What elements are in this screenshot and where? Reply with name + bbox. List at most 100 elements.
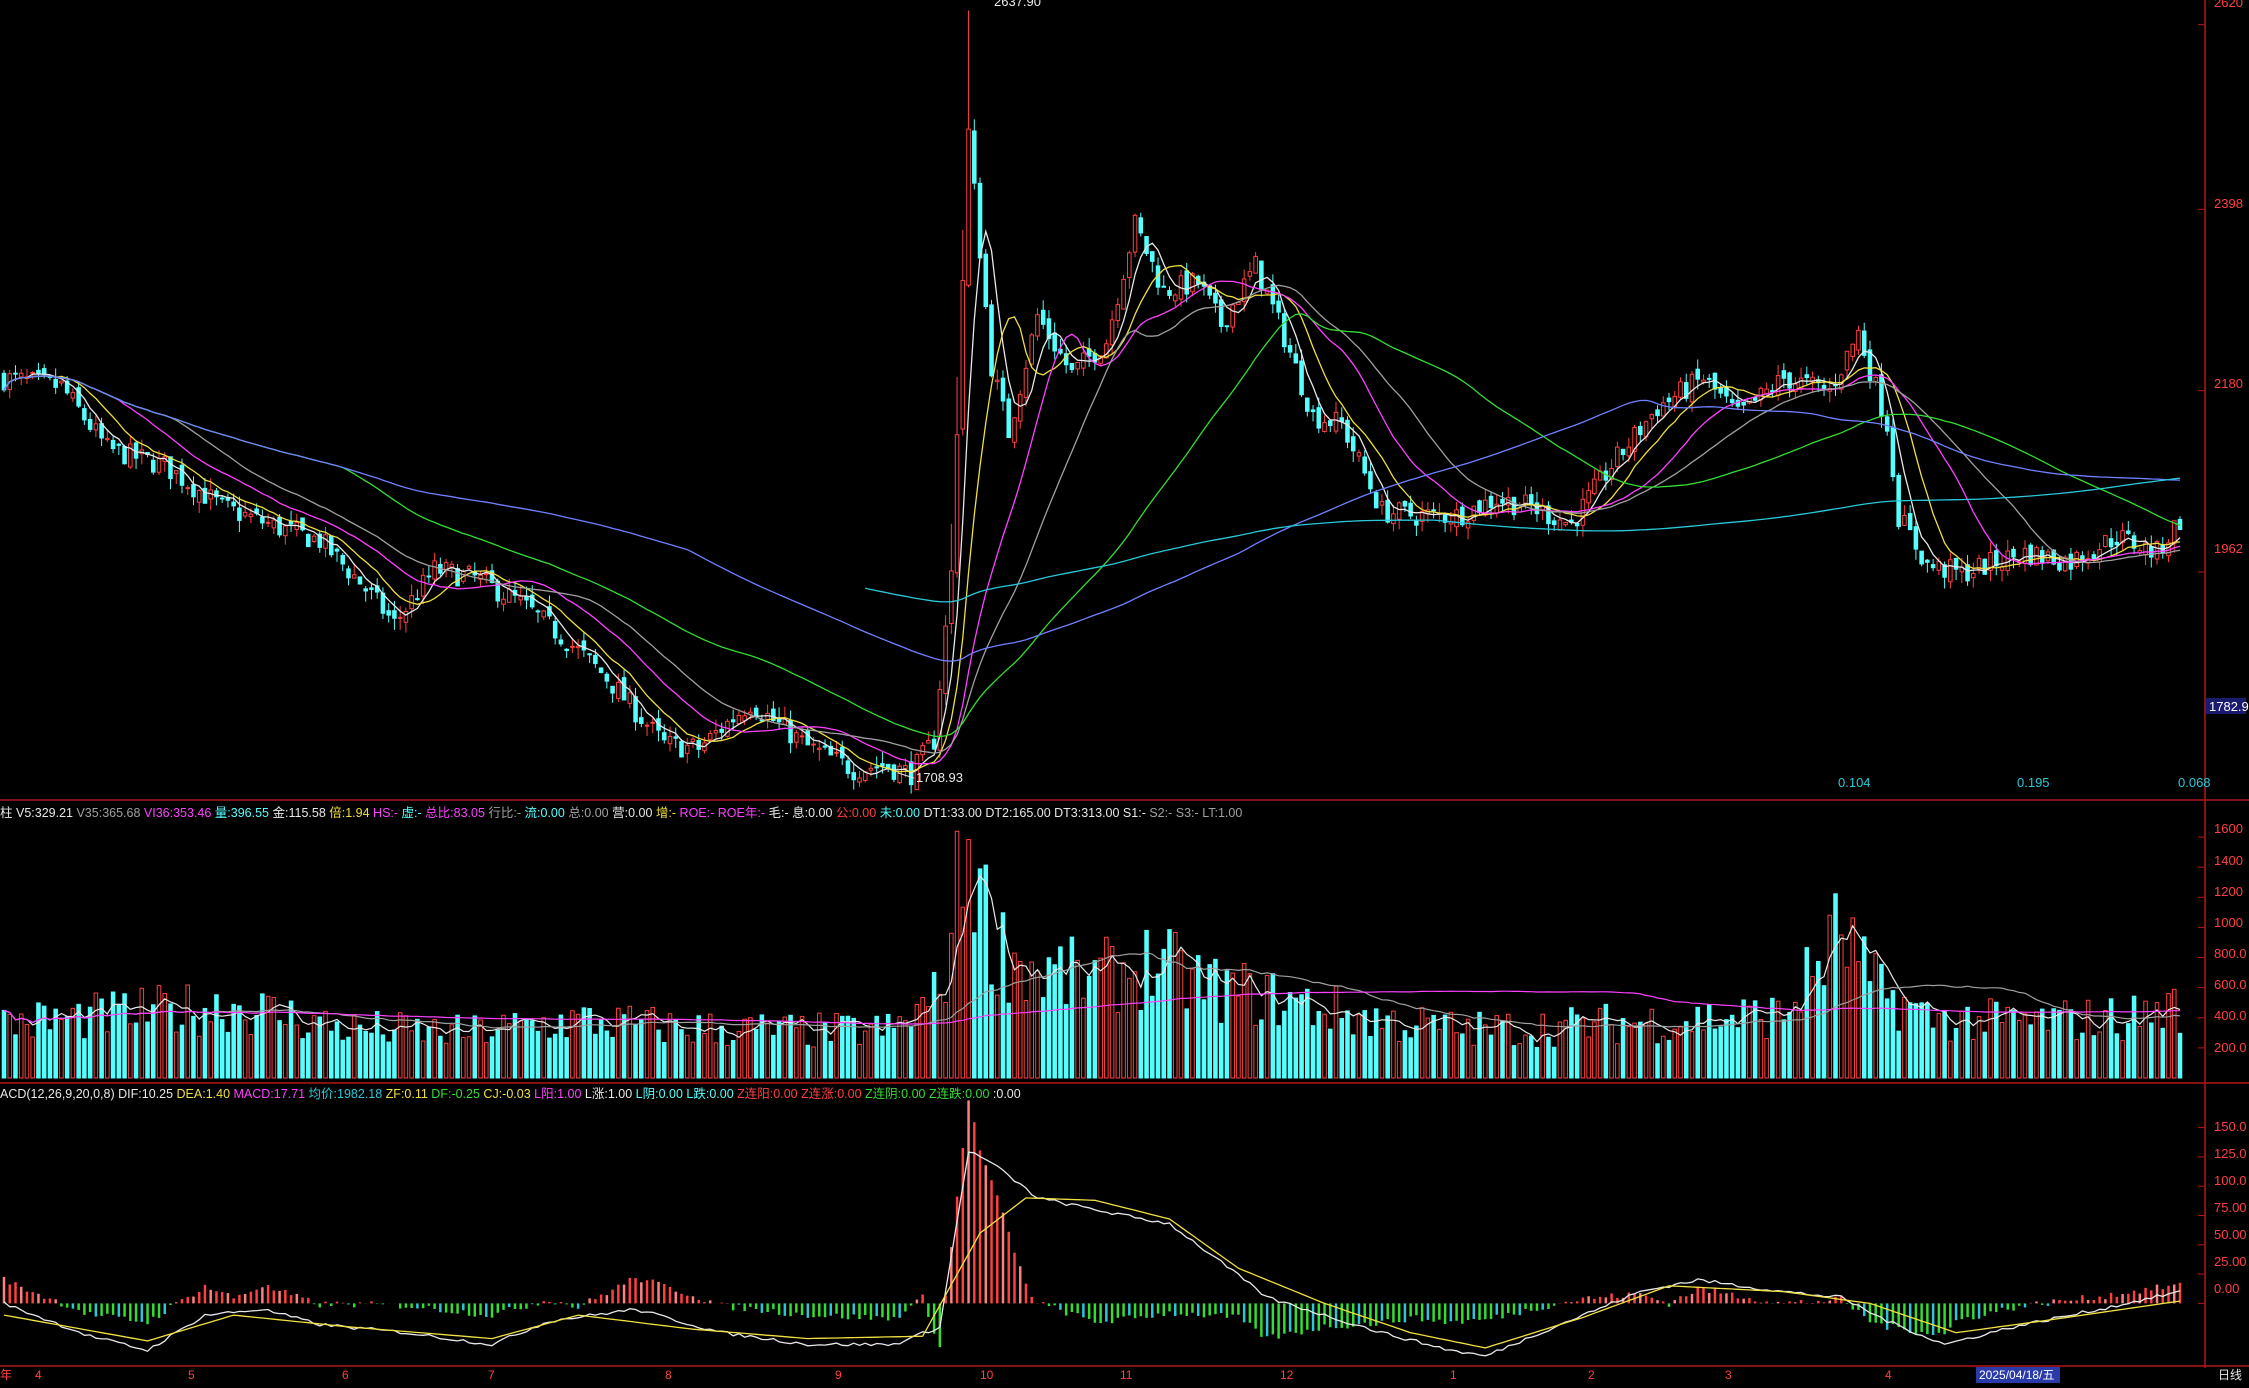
volume-bar[interactable] [1086,975,1092,1079]
candle-body[interactable] [1695,368,1701,380]
candle-body[interactable] [1127,252,1132,278]
volume-bar[interactable] [1821,985,1827,1079]
volume-bar[interactable] [409,1030,414,1079]
volume-bar[interactable] [1741,999,1746,1079]
candle-body[interactable] [673,736,679,739]
volume-bar[interactable] [1488,1034,1494,1079]
candle-body[interactable] [690,738,696,743]
candle-body[interactable] [1884,416,1890,432]
volume-bar[interactable] [547,1037,552,1079]
volume-bar[interactable] [133,1022,139,1079]
candle-body[interactable] [1678,381,1683,398]
candle-body[interactable] [1821,384,1827,390]
volume-bar[interactable] [977,868,983,1079]
volume-bar[interactable] [1132,971,1138,1079]
volume-bar[interactable] [506,1023,512,1079]
candle-body[interactable] [420,574,426,597]
volume-bar[interactable] [1063,1004,1069,1079]
candle-body[interactable] [868,767,874,771]
volume-bar[interactable] [254,1014,259,1079]
candle-body[interactable] [1563,521,1568,526]
candle-body[interactable] [1012,417,1017,443]
volume-bar[interactable] [1752,1000,1758,1079]
candle-body[interactable] [851,772,857,781]
volume-bar[interactable] [1804,947,1810,1079]
volume-bar[interactable] [891,1027,897,1079]
volume-bar[interactable] [1632,1022,1637,1079]
volume-bar[interactable] [1844,966,1850,1079]
candle-body[interactable] [1121,278,1126,310]
volume-bar[interactable] [1758,1018,1764,1079]
volume-bar[interactable] [1477,1011,1482,1079]
volume-bar[interactable] [874,1015,879,1079]
volume-bar[interactable] [1322,1013,1327,1079]
candle-body[interactable] [93,423,99,431]
volume-bar[interactable] [1345,1010,1350,1079]
volume-bar[interactable] [1930,1027,1936,1079]
volume-bar[interactable] [1993,1001,1999,1079]
volume-bar[interactable] [1414,1025,1419,1079]
volume-bar[interactable] [1012,952,1017,1079]
candle-body[interactable] [1574,522,1580,527]
volume-bar[interactable] [1890,990,1896,1079]
candle-body[interactable] [506,588,512,603]
candle-body[interactable] [593,654,598,665]
volume-bar[interactable] [725,1045,730,1079]
candle-body[interactable] [397,616,403,619]
volume-bar[interactable] [914,1003,920,1079]
volume-bar[interactable] [1884,998,1890,1079]
candle-body[interactable] [1781,370,1787,379]
volume-bar[interactable] [1483,1024,1488,1079]
volume-bar[interactable] [868,1023,874,1079]
volume-bar[interactable] [966,839,971,1079]
volume-bar[interactable] [535,1030,541,1079]
candle-body[interactable] [621,677,627,701]
volume-bar[interactable] [265,995,271,1079]
volume-bar[interactable] [2131,995,2137,1079]
candle-body[interactable] [1775,375,1781,396]
candle-body[interactable] [70,392,76,399]
volume-bar[interactable] [185,984,191,1079]
candle-body[interactable] [13,372,18,375]
volume-bar[interactable] [2051,1008,2056,1079]
candle-body[interactable] [1144,235,1149,254]
candle-body[interactable] [1873,376,1878,383]
volume-bar[interactable] [306,1032,311,1079]
candle-body[interactable] [1052,332,1057,352]
volume-bar[interactable] [501,1014,506,1079]
volume-bar[interactable] [99,998,104,1079]
candle-body[interactable] [1006,398,1012,439]
volume-bar[interactable] [598,1019,604,1079]
candle-body[interactable] [845,760,851,774]
candle-body[interactable] [403,610,409,623]
candle-body[interactable] [1477,500,1482,514]
volume-bar[interactable] [294,1024,300,1079]
volume-bar[interactable] [461,1036,466,1079]
volume-bar[interactable] [122,993,127,1079]
candle-body[interactable] [1362,456,1367,474]
volume-bar[interactable] [753,1029,759,1079]
candle-body[interactable] [495,580,501,602]
candle-body[interactable] [156,457,162,473]
volume-bar[interactable] [1500,1020,1505,1079]
volume-bar[interactable] [2028,1024,2034,1079]
volume-bar[interactable] [1035,970,1040,1079]
volume-bar[interactable] [1907,1002,1913,1079]
volume-bar[interactable] [237,1005,242,1079]
volume-bar[interactable] [1574,1014,1580,1079]
volume-bar[interactable] [1735,1027,1741,1079]
candle-body[interactable] [799,735,805,738]
candle-body[interactable] [415,598,420,601]
volume-bar[interactable] [1712,1028,1718,1079]
volume-bar[interactable] [82,1038,87,1079]
volume-bar[interactable] [1270,973,1276,1079]
volume-bar[interactable] [983,864,989,1079]
volume-bar[interactable] [1155,973,1161,1079]
candle-body[interactable] [581,640,587,651]
volume-bar[interactable] [690,1041,696,1079]
candle-body[interactable] [707,733,713,741]
candle-body[interactable] [1356,452,1362,457]
candle-body[interactable] [805,730,811,746]
volume-bar[interactable] [989,984,994,1079]
candle-body[interactable] [386,610,391,616]
